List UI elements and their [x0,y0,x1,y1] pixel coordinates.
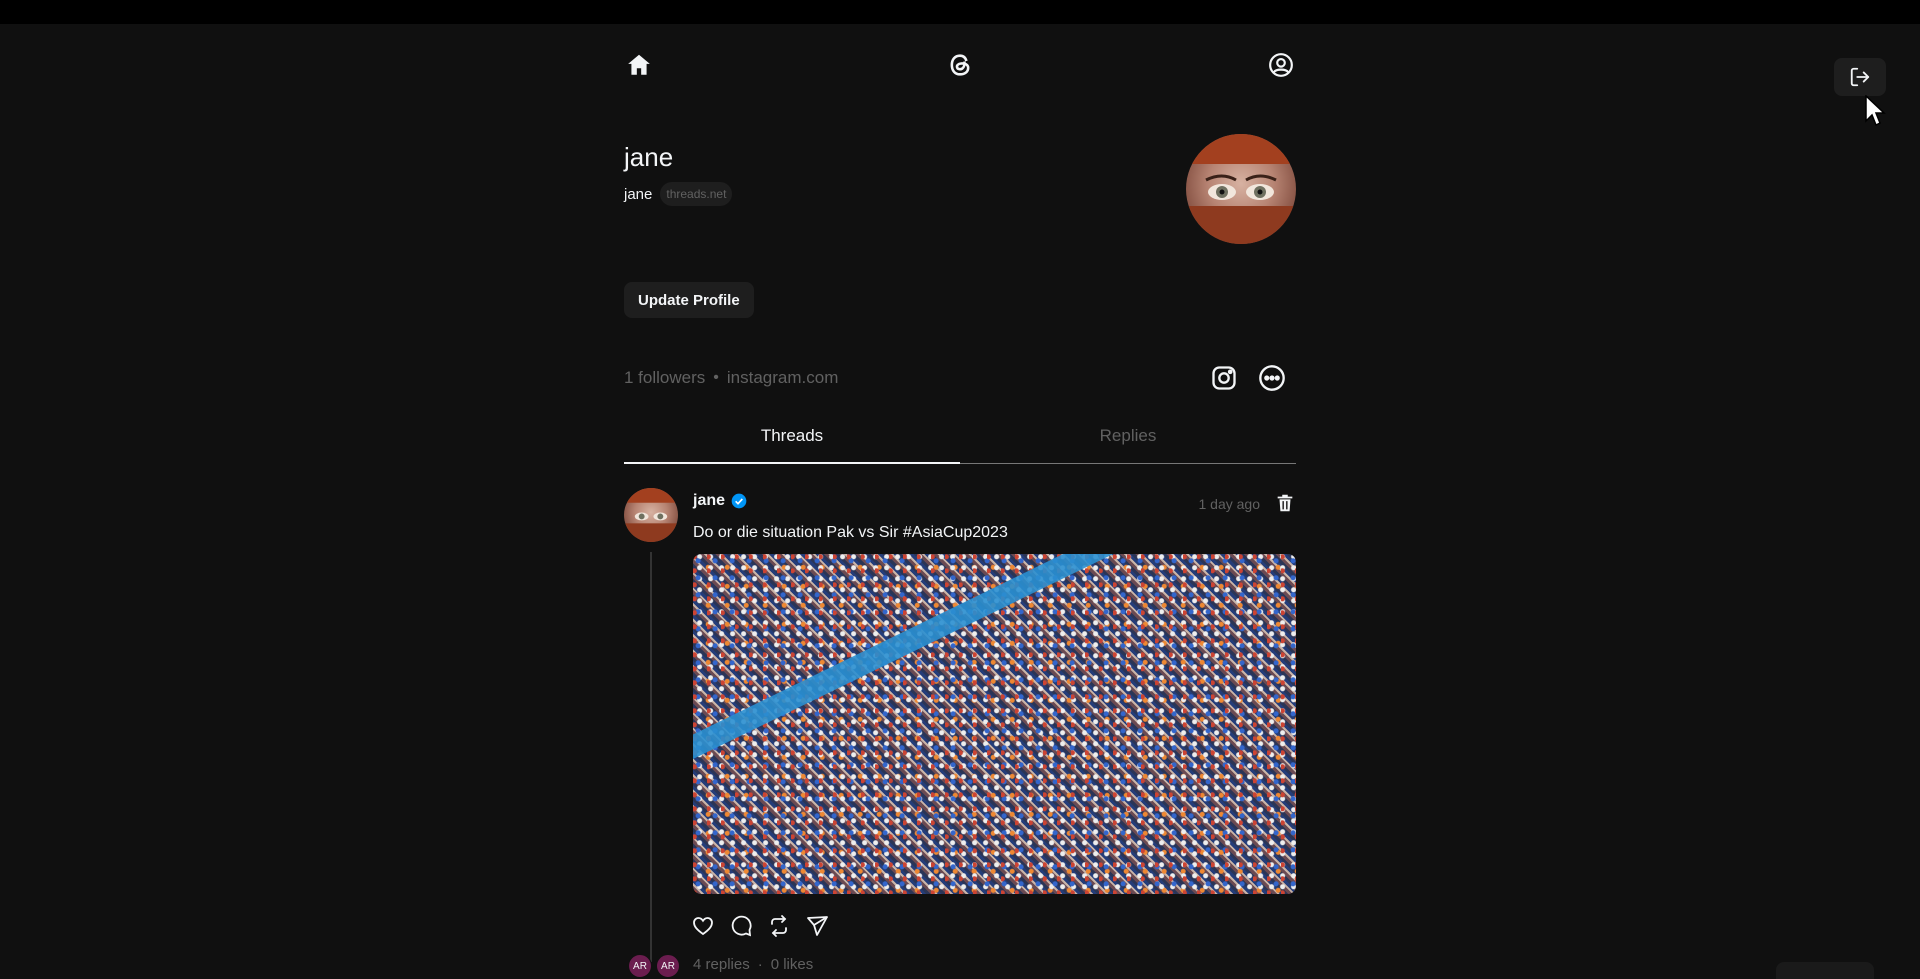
image-stand-band [693,554,1296,774]
browser-top-strip [0,0,1920,24]
threads-logo-icon [950,54,970,76]
instagram-icon [1212,366,1236,390]
profile-avatar [1186,134,1296,244]
heart-icon [693,917,713,936]
tab-replies[interactable]: Replies [960,408,1296,463]
logout-button[interactable] [1834,58,1886,96]
followers-count[interactable]: 1 followers [624,368,705,388]
instagram-button[interactable] [1208,362,1240,394]
top-nav [624,24,1296,106]
post-timestamp: 1 day ago [1198,496,1261,512]
logout-icon [1850,67,1870,87]
reply-avatar: AR [656,954,680,978]
reply-avatar: AR [628,954,652,978]
share-icon [807,916,828,936]
home-icon [628,54,650,75]
nav-home-button[interactable] [624,50,654,80]
profile-icon [1269,53,1293,77]
domain-badge: threads.net [660,182,733,206]
repost-icon [771,915,787,937]
handle-row: jane threads.net [624,182,733,206]
profile-handle: jane [624,185,653,203]
comment-icon [731,915,752,937]
followers-row: 1 followers • instagram.com [624,358,1296,398]
update-profile-button[interactable]: Update Profile [624,282,754,318]
verified-badge-icon [731,493,747,509]
profile-tabs: Threads Replies [624,408,1296,464]
comment-button[interactable] [729,914,753,938]
tab-threads[interactable]: Threads [624,408,960,464]
nav-threads-logo[interactable] [945,50,975,80]
bottom-right-widget [1776,962,1874,979]
replies-count[interactable]: 4 replies [693,956,750,973]
separator-dot: • [713,369,719,386]
likes-count[interactable]: 0 likes [771,956,814,973]
post-avatar[interactable] [624,488,678,542]
delete-post-icon[interactable] [1274,492,1296,514]
nav-profile-button[interactable] [1266,50,1296,80]
post-actions [691,914,829,938]
post-stats: 4 replies · 0 likes [693,956,813,973]
profile-name: jane [624,142,674,172]
main-column: jane jane threads.net Update Profile 1 f… [624,24,1296,978]
mouse-cursor-icon [1865,95,1886,127]
avatar-image [1186,134,1296,244]
more-icon [1259,365,1285,391]
profile-actions [1208,362,1288,394]
profile-link[interactable]: instagram.com [727,368,838,388]
post-avatar-image [624,488,678,542]
stadium-crowd-photo[interactable] [693,554,1296,894]
profile-header: jane jane threads.net [624,106,1296,266]
like-button[interactable] [691,914,715,938]
post-author-name[interactable]: jane [693,492,725,510]
reply-avatars: AR AR AR [628,954,692,979]
more-options-button[interactable] [1256,362,1288,394]
stats-separator: · [757,956,763,973]
post-text: Do or die situation Pak vs Sir #AsiaCup2… [693,524,1008,541]
share-button[interactable] [805,914,829,938]
post-author: jane [693,492,747,510]
thread-line [650,552,652,962]
repost-button[interactable] [767,914,791,938]
